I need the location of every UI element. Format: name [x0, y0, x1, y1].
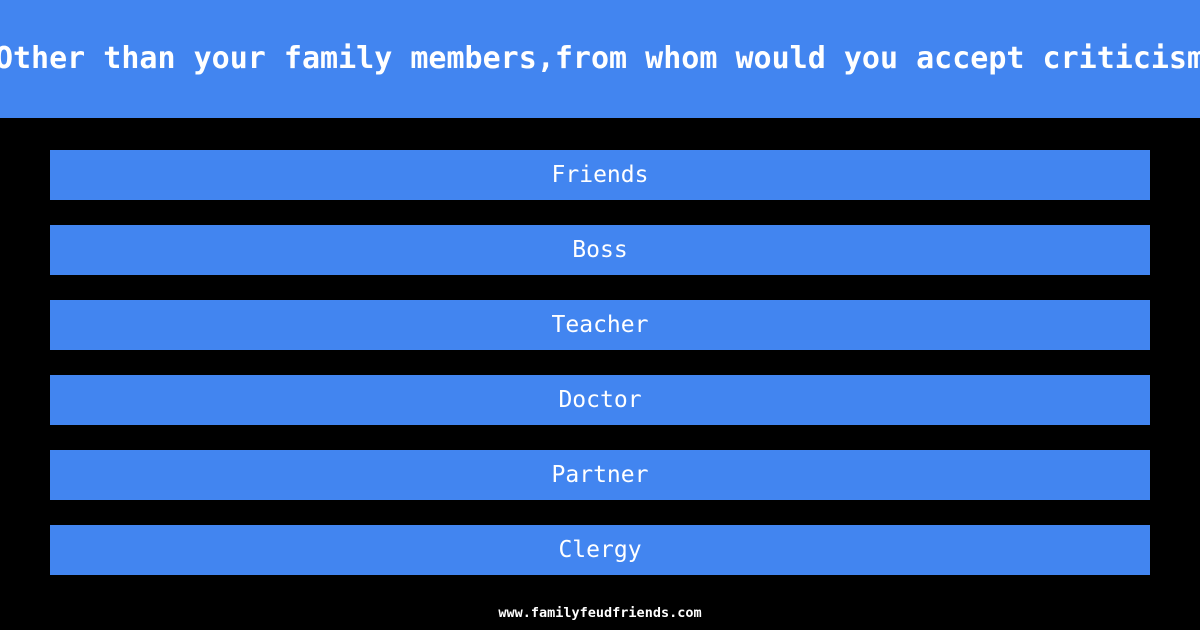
answer-label: Friends	[551, 161, 649, 188]
answer-row[interactable]: Teacher	[50, 300, 1150, 350]
answer-row[interactable]: Boss	[50, 225, 1150, 275]
question-text: Other than your family members,from whom…	[0, 40, 1200, 76]
answer-label: Clergy	[558, 536, 642, 563]
footer: www.familyfeudfriends.com	[0, 596, 1200, 630]
answer-row[interactable]: Friends	[50, 150, 1150, 200]
answer-row[interactable]: Clergy	[50, 525, 1150, 575]
answer-label: Boss	[572, 236, 628, 263]
answer-label: Teacher	[551, 311, 649, 338]
question-card: Other than your family members,from whom…	[0, 0, 1200, 630]
answer-row[interactable]: Partner	[50, 450, 1150, 500]
question-banner: Other than your family members,from whom…	[0, 0, 1200, 118]
answer-row[interactable]: Doctor	[50, 375, 1150, 425]
answer-label: Doctor	[558, 386, 642, 413]
site-url[interactable]: www.familyfeudfriends.com	[498, 605, 701, 621]
answer-label: Partner	[551, 461, 649, 488]
answer-list: Friends Boss Teacher Doctor Partner Cler…	[50, 150, 1150, 575]
